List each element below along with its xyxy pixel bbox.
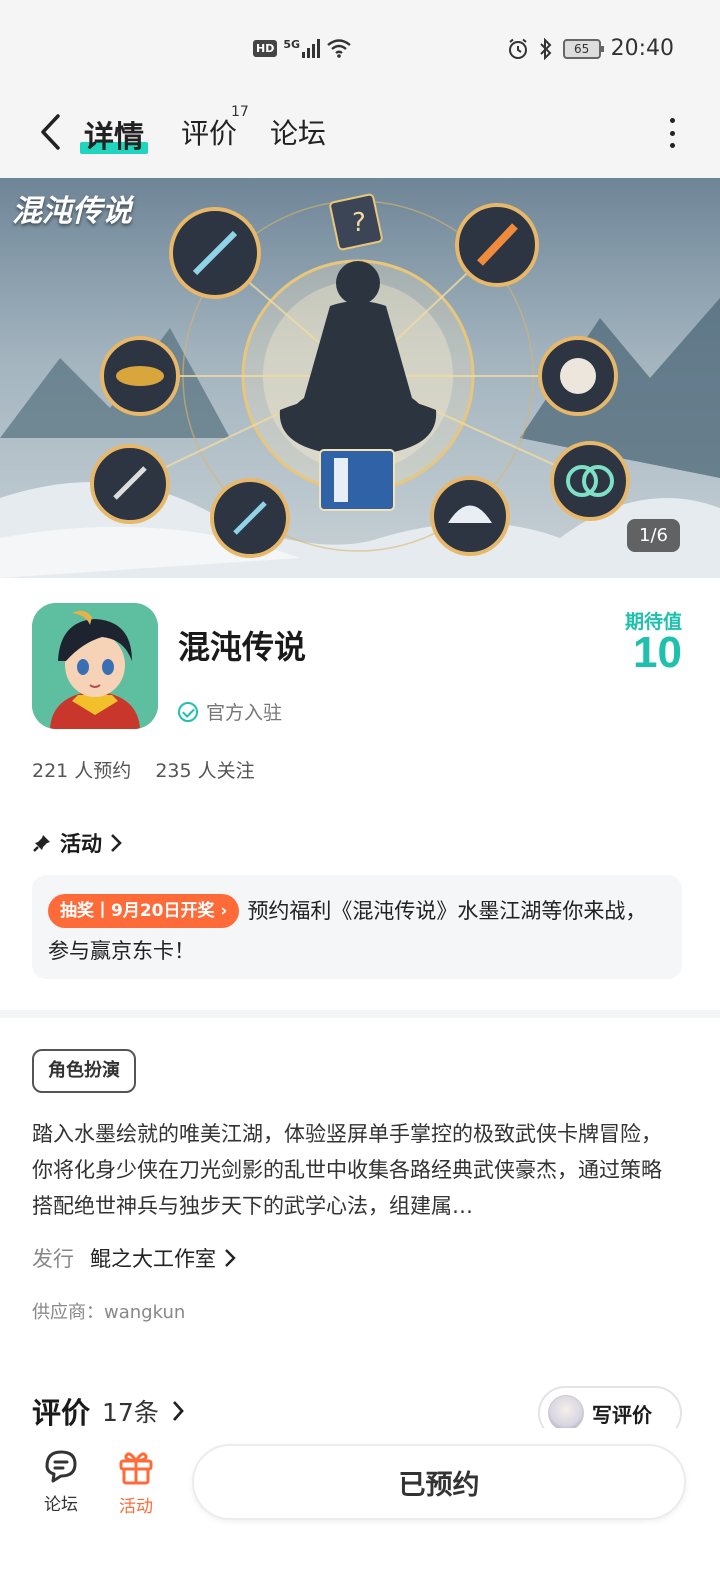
banner-page-indicator: 1/6: [627, 519, 680, 552]
publisher-name: 鲲之大工作室: [90, 1247, 216, 1271]
hd-badge: HD: [253, 39, 278, 57]
tab-details-label: 详情: [84, 120, 144, 155]
bottom-action-bar: 论坛 活动 已预约: [0, 1428, 720, 1584]
more-options-button[interactable]: [662, 118, 682, 148]
chevron-right-icon: [225, 1249, 236, 1267]
expectation-score: 10: [633, 628, 682, 677]
official-badge: 官方入驻: [178, 698, 282, 725]
genre-tag[interactable]: 角色扮演: [32, 1049, 136, 1093]
signal-icon: [302, 38, 321, 58]
game-title: 混沌传说: [178, 628, 307, 666]
reviews-count: 17条: [102, 1398, 159, 1427]
battery-icon: 65: [562, 38, 604, 59]
banner-title: 混沌传说: [12, 194, 132, 229]
forum-chat-icon: [45, 1450, 77, 1483]
reserved-button[interactable]: 已预约: [192, 1444, 686, 1520]
more-dot-icon: [669, 143, 675, 148]
status-bar: HD 5G 65 20:40: [0, 0, 720, 100]
chevron-right-icon: [111, 834, 122, 852]
clock: 20:40: [610, 36, 674, 61]
follower-count: 235 人关注: [155, 760, 255, 782]
tab-details[interactable]: 详情: [80, 112, 148, 156]
tab-forum[interactable]: 论坛: [270, 112, 326, 152]
wifi-icon: [327, 39, 351, 58]
svg-text:?: ?: [352, 208, 366, 238]
book-icon: [319, 449, 395, 511]
user-avatar: [548, 1395, 584, 1431]
bottom-forum-button[interactable]: 论坛: [31, 1448, 91, 1515]
game-description[interactable]: 踏入水墨绘就的唯美江湖，体验竖屏单手掌控的极致武侠卡牌冒险，你将化身少侠在刀光剑…: [32, 1116, 682, 1224]
banner-carousel[interactable]: ? 混沌传说 1/6: [0, 178, 720, 578]
reviews-section-header[interactable]: 评价 17条: [32, 1390, 185, 1432]
bottom-activity-label: 活动: [119, 1497, 153, 1517]
section-divider: [0, 1010, 720, 1018]
chevron-right-icon: [172, 1401, 184, 1421]
more-dot-icon: [669, 130, 675, 136]
system-status: 65 20:40: [507, 36, 674, 61]
top-nav: 详情 评价 17 论坛: [0, 100, 720, 178]
publisher-row[interactable]: 发行 鲲之大工作室: [32, 1243, 236, 1273]
official-label: 官方入驻: [206, 702, 283, 724]
back-button[interactable]: [30, 112, 70, 152]
bottom-forum-label: 论坛: [44, 1495, 78, 1515]
bottom-activity-button[interactable]: 活动: [106, 1448, 166, 1517]
tab-reviews-label: 评价: [181, 117, 238, 150]
publisher-label: 发行: [32, 1247, 74, 1271]
back-arrow-icon: [41, 114, 60, 150]
verified-check-icon: [178, 701, 198, 722]
game-stats: 221 人预约 235 人关注: [32, 756, 255, 783]
write-review-label: 写评价: [592, 1402, 652, 1427]
tab-forum-label: 论坛: [270, 117, 327, 150]
pin-icon: [33, 835, 50, 852]
supplier-info: 供应商：wangkun: [32, 1302, 186, 1323]
alarm-icon: [508, 38, 527, 59]
game-app-icon: [32, 603, 158, 729]
network-label: 5G: [283, 38, 301, 51]
lottery-tag-text: 抽奖丨9月20日开奖: [60, 901, 215, 921]
tab-reviews-badge: 17: [231, 104, 249, 120]
gift-icon: [119, 1452, 153, 1485]
more-dot-icon: [669, 118, 675, 123]
activity-section-header[interactable]: 活动: [32, 828, 122, 858]
game-character-icon: [32, 603, 158, 729]
bluetooth-icon: [539, 37, 552, 60]
banner-artwork: ?: [0, 193, 720, 578]
network-status: HD 5G: [253, 38, 352, 58]
activity-heading: 活动: [60, 832, 102, 856]
activity-card[interactable]: 抽奖丨9月20日开奖 › 预约福利《混沌传说》水墨江湖等你来战，参与赢京东卡！: [32, 875, 682, 979]
reservation-count: 221 人预约: [32, 760, 132, 782]
reviews-title: 评价: [32, 1396, 91, 1430]
lottery-tag: 抽奖丨9月20日开奖 ›: [48, 894, 240, 928]
tab-reviews[interactable]: 评价 17: [181, 104, 249, 152]
